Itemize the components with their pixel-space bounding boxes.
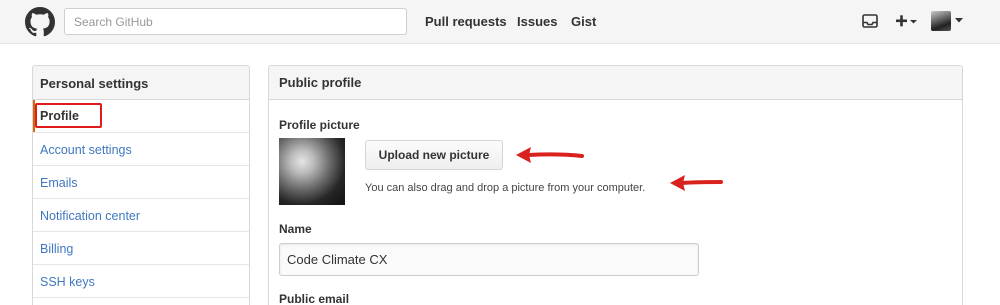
upload-picture-button[interactable]: Upload new picture bbox=[365, 140, 503, 170]
settings-sidebar: Personal settings Profile Account settin… bbox=[32, 65, 250, 305]
sidebar-item-billing[interactable]: Billing bbox=[33, 232, 249, 265]
nav-pull-requests[interactable]: Pull requests bbox=[425, 14, 507, 29]
nav-issues[interactable]: Issues bbox=[517, 14, 557, 29]
name-label: Name bbox=[279, 222, 312, 236]
profile-photo bbox=[279, 138, 345, 205]
profile-picture-label: Profile picture bbox=[279, 118, 360, 132]
drag-drop-hint: You can also drag and drop a picture fro… bbox=[365, 182, 646, 194]
plus-icon bbox=[896, 15, 907, 27]
sidebar-item-profile[interactable]: Profile bbox=[33, 100, 249, 133]
user-menu-button[interactable] bbox=[931, 11, 965, 33]
search-box[interactable] bbox=[64, 8, 407, 35]
name-field[interactable] bbox=[279, 243, 699, 276]
annotation-arrow-upload bbox=[516, 147, 584, 163]
inbox-icon[interactable] bbox=[862, 14, 878, 28]
create-new-button[interactable] bbox=[895, 11, 919, 31]
caret-down-icon bbox=[910, 20, 917, 24]
sidebar-item-emails[interactable]: Emails bbox=[33, 166, 249, 199]
annotation-highlight-box bbox=[35, 103, 102, 128]
nav-gist[interactable]: Gist bbox=[571, 14, 596, 29]
sidebar-item-account-settings[interactable]: Account settings bbox=[33, 133, 249, 166]
panel-title: Public profile bbox=[269, 66, 962, 100]
sidebar-item-notification-center[interactable]: Notification center bbox=[33, 199, 249, 232]
search-input[interactable] bbox=[65, 9, 406, 34]
top-header: Pull requests Issues Gist bbox=[0, 0, 1000, 44]
github-octocat-icon[interactable] bbox=[25, 7, 55, 37]
public-email-label: Public email bbox=[279, 292, 350, 305]
caret-down-icon bbox=[955, 18, 963, 23]
sidebar-item-ssh-keys[interactable]: SSH keys bbox=[33, 265, 249, 298]
sidebar-title: Personal settings bbox=[33, 66, 249, 100]
annotation-arrow-hint bbox=[670, 175, 723, 191]
avatar bbox=[931, 11, 951, 31]
public-profile-panel: Public profile Profile picture Upload ne… bbox=[268, 65, 963, 305]
